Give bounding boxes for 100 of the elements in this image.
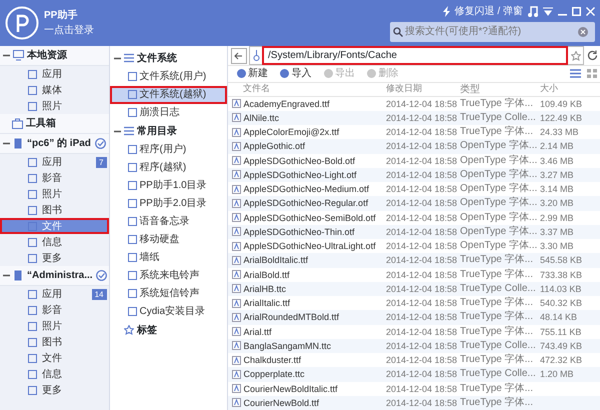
tree-item[interactable]: 崩溃日志 [110, 104, 227, 122]
sidebar-item[interactable]: 照片 [0, 186, 109, 202]
file-type: OpenType 字体... [460, 168, 538, 180]
font-file-icon [232, 128, 241, 137]
file-size: 48.14 KB [540, 312, 578, 322]
font-file-icon [232, 113, 241, 122]
file-size: 109.49 KB [540, 98, 582, 109]
file-size: 24.33 MB [540, 127, 579, 138]
sidebar-item[interactable]: 影音 [0, 302, 109, 318]
toolbar-button[interactable]: 导入 [274, 66, 318, 82]
login-link[interactable]: 一点击登录 [44, 23, 94, 38]
tree-item[interactable]: 程序(越狱) [110, 158, 227, 176]
file-type: TrueType 字体... [460, 126, 533, 138]
tree-heading[interactable]: 标签 [137, 322, 157, 338]
modified-date: 2014-12-04 18:58 [386, 255, 458, 266]
file-type: TrueType 字体... [460, 396, 533, 408]
file-name: ArialItalic.ttf [244, 297, 290, 310]
modified-date: 2014-12-04 18:58 [386, 184, 458, 194]
tree-heading[interactable]: 文件系统 [137, 50, 177, 66]
file-size: 122.49 KB [540, 112, 582, 123]
collapse-icon[interactable] [3, 140, 10, 147]
sidebar-item[interactable]: 照片 [0, 318, 109, 334]
tree-item[interactable]: 系统来电铃声 [110, 266, 227, 284]
file-size: 733.38 KB [540, 270, 582, 280]
file-name: BanglaSangamMN.ttc [244, 340, 332, 353]
tree-item[interactable]: 移动硬盘 [110, 230, 227, 248]
font-file-icon [232, 356, 241, 365]
column-header[interactable]: 大小 [540, 83, 558, 94]
list-view-icon[interactable] [570, 69, 580, 78]
close-icon[interactable] [586, 7, 595, 16]
file-size: 3.30 MB [540, 241, 574, 252]
file-type: OpenType 字体... [460, 183, 538, 194]
font-file-icon [232, 227, 241, 236]
file-name: AcademyEngraved.ttf [244, 98, 330, 111]
file-type: TrueType Colle... [460, 282, 536, 294]
collapse-icon[interactable] [3, 272, 10, 279]
sidebar-item[interactable]: 图书 [0, 202, 109, 218]
tree-item[interactable]: 文件系统(用户) [110, 68, 227, 86]
repair-link[interactable]: 修复闪退 / 弹窗 [454, 4, 523, 20]
menu-icon[interactable] [543, 7, 553, 16]
tree-item[interactable]: 系统短信铃声 [110, 284, 227, 302]
modified-date: 2014-12-04 18:58 [386, 384, 458, 394]
file-name: CourierNewBoldItalic.ttf [244, 382, 338, 396]
sidebar-item[interactable]: 信息 [0, 366, 109, 382]
font-file-icon [232, 198, 241, 208]
tree-item[interactable]: 语音备忘录 [110, 212, 227, 230]
font-file-icon [232, 213, 241, 222]
sidebar-item[interactable]: 信息 [0, 234, 109, 250]
column-header[interactable]: 修改日期 [386, 83, 422, 94]
tree-item[interactable]: 墙纸 [110, 248, 227, 266]
file-type: OpenType 字体... [460, 212, 538, 223]
maximize-icon[interactable] [572, 7, 581, 16]
search-field[interactable]: 搜索文件(可使用*?通配符) [405, 24, 575, 40]
tree-item[interactable]: PP助手2.0目录 [110, 194, 227, 212]
tablet-icon [13, 138, 24, 149]
file-type: OpenType 字体... [460, 240, 538, 252]
sidebar-item[interactable]: 应用 7 [0, 154, 109, 170]
modified-date: 2014-12-04 18:58 [386, 241, 458, 252]
file-size: 3.37 MB [540, 226, 574, 237]
clear-icon[interactable] [578, 26, 588, 37]
tree-item[interactable]: Cydia安装目录 [110, 302, 227, 320]
grid-view-icon[interactable] [586, 69, 598, 78]
modified-date: 2014-12-04 18:58 [386, 127, 458, 138]
font-file-icon [232, 370, 241, 379]
file-name: AppleSDGothicNeo-Light.otf [244, 168, 357, 182]
modified-date: 2014-12-04 18:58 [386, 326, 458, 337]
tree-item[interactable]: 文件系统(越狱) [110, 86, 227, 104]
toolbar-button[interactable]: 新建 [230, 66, 274, 82]
tree-item[interactable]: 程序(用户) [110, 140, 227, 158]
file-type: TrueType Colle... [460, 368, 536, 380]
sidebar-item[interactable]: 文件 [0, 350, 109, 366]
sidebar-item[interactable]: 照片 [0, 98, 109, 114]
tree-heading[interactable]: 常用目录 [137, 124, 177, 138]
sidebar-item[interactable]: 图书 [0, 334, 109, 350]
modified-date: 2014-12-04 18:58 [386, 98, 458, 109]
sidebar-item[interactable]: 更多 [0, 382, 109, 398]
sidebar-item[interactable]: 影音 [0, 170, 109, 186]
font-file-icon [232, 398, 241, 408]
file-type: TrueType 字体... [460, 98, 533, 109]
file-size: 2.99 MB [540, 212, 574, 223]
refresh-icon[interactable] [586, 50, 598, 62]
sidebar-item[interactable]: 应用 [0, 66, 109, 82]
file-name: AppleSDGothicNeo-UltraLight.otf [244, 240, 376, 254]
file-type: OpenType 字体... [460, 226, 538, 237]
collapse-icon[interactable] [3, 52, 10, 59]
column-header[interactable]: 类型 [460, 84, 480, 94]
search-box[interactable]: 搜索文件(可使用*?通配符) [390, 22, 595, 42]
column-header[interactable]: 文件名 [243, 83, 270, 94]
music-note-icon[interactable] [528, 6, 538, 18]
font-file-icon [232, 156, 241, 166]
modified-date: 2014-12-04 18:58 [386, 212, 458, 223]
file-type: TrueType 字体... [460, 297, 533, 308]
sidebar-item[interactable]: 媒体 [0, 82, 109, 98]
file-name: AlNile.ttc [244, 112, 280, 125]
toolbox-icon [12, 118, 23, 129]
lightning-icon [442, 6, 450, 18]
tree-item[interactable]: PP助手1.0目录 [110, 176, 227, 194]
sidebar-item[interactable]: 更多 [0, 250, 109, 266]
sidebar-item[interactable]: 应用 14 [0, 286, 109, 302]
font-file-icon [232, 170, 241, 180]
